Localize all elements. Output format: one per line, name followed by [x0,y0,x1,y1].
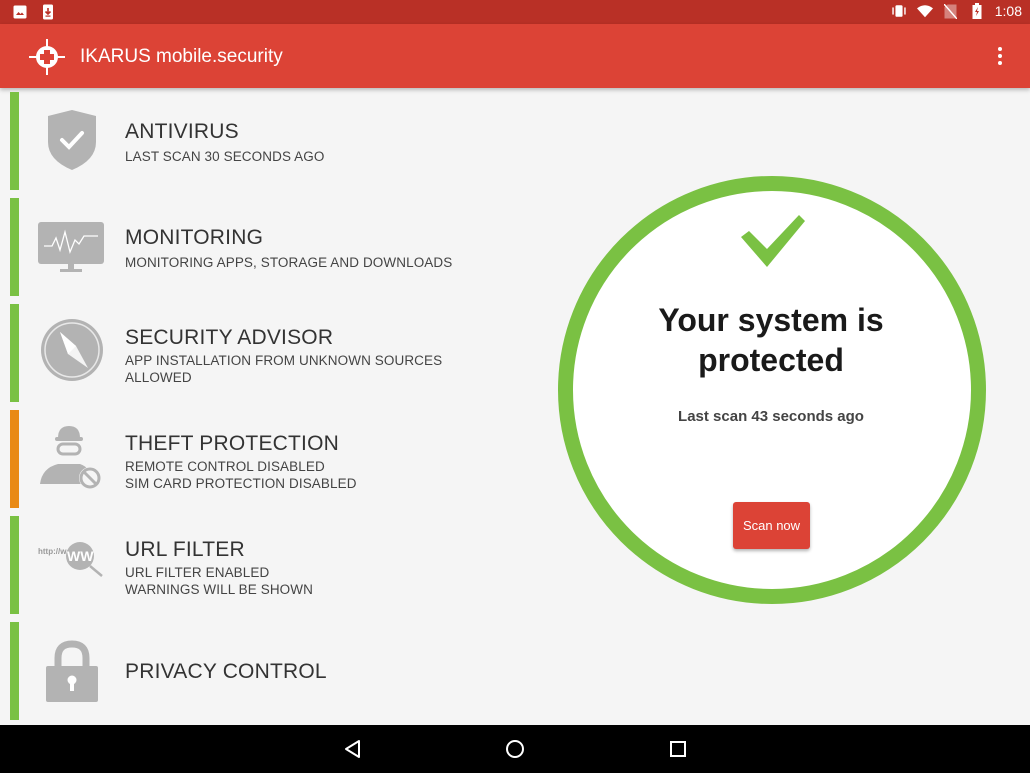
clock: 1:08 [994,3,1022,19]
module-status-line: URL FILTER ENABLED [125,565,270,580]
monitor-pulse-icon [38,222,104,272]
svg-text:http://w: http://w [38,547,67,556]
module-status-line: LAST SCAN 30 SECONDS AGO [125,149,325,164]
status-indicator-bar [10,622,19,720]
module-status-line: REMOTE CONTROL DISABLED [125,459,325,474]
app-title: IKARUS mobile.security [80,46,283,67]
vibrate-icon [891,3,907,19]
scan-now-button[interactable]: Scan now [733,502,810,549]
checkmark-icon [741,215,805,267]
back-icon[interactable] [341,737,365,761]
status-indicator-bar [10,304,19,402]
app-bar: IKARUS mobile.security [0,24,1030,88]
module-title: ANTIVIRUS [125,120,239,143]
home-icon[interactable] [503,737,527,761]
battery-charging-icon [969,3,985,19]
module-status-line: ALLOWED [125,370,192,385]
shield-check-icon [48,110,96,170]
module-title: THEFT PROTECTION [125,432,339,455]
status-bar: 1:08 [0,0,1030,24]
image-notification-icon [12,4,28,20]
status-indicator-bar [10,198,19,296]
module-list: ANTIVIRUS LAST SCAN 30 SECONDS AGO MONIT… [0,88,520,724]
module-monitoring[interactable]: MONITORING MONITORING APPS, STORAGE AND … [8,194,508,296]
module-status-line: WARNINGS WILL BE SHOWN [125,582,313,597]
module-title: PRIVACY CONTROL [125,660,327,683]
protection-headline: Your system is protected [658,302,884,378]
padlock-icon [46,640,98,702]
module-privacy-control[interactable]: PRIVACY CONTROL [8,618,508,720]
status-indicator-bar [10,410,19,508]
no-sim-icon [943,3,959,19]
module-url-filter[interactable]: http://w WW URL FILTER URL FILTER ENABLE… [8,512,508,614]
download-notification-icon [40,4,56,20]
thief-blocked-icon [40,426,101,489]
compass-icon [41,319,103,381]
module-theft-protection[interactable]: THEFT PROTECTION REMOTE CONTROL DISABLED… [8,406,508,508]
status-indicator-bar [10,516,19,614]
module-antivirus[interactable]: ANTIVIRUS LAST SCAN 30 SECONDS AGO [8,88,508,190]
more-vert-icon [998,47,1002,51]
recents-icon[interactable] [666,737,690,761]
wifi-icon [916,3,933,19]
module-security-advisor[interactable]: SECURITY ADVISOR APP INSTALLATION FROM U… [8,300,508,402]
module-status-line: SIM CARD PROTECTION DISABLED [125,476,357,491]
svg-text:WW: WW [67,548,94,564]
last-scan-text: Last scan 43 seconds ago [678,408,864,425]
overflow-menu-button[interactable] [988,44,1012,68]
ikarus-crosshair-icon [29,39,65,75]
www-search-icon: http://w WW [38,542,103,577]
module-title: URL FILTER [125,538,245,561]
status-indicator-bar [10,92,19,190]
module-title: SECURITY ADVISOR [125,326,334,349]
system-nav-bar [0,725,1030,773]
module-status-line: APP INSTALLATION FROM UNKNOWN SOURCES [125,353,443,368]
module-title: MONITORING [125,226,264,249]
module-status-line: MONITORING APPS, STORAGE AND DOWNLOADS [125,255,453,270]
